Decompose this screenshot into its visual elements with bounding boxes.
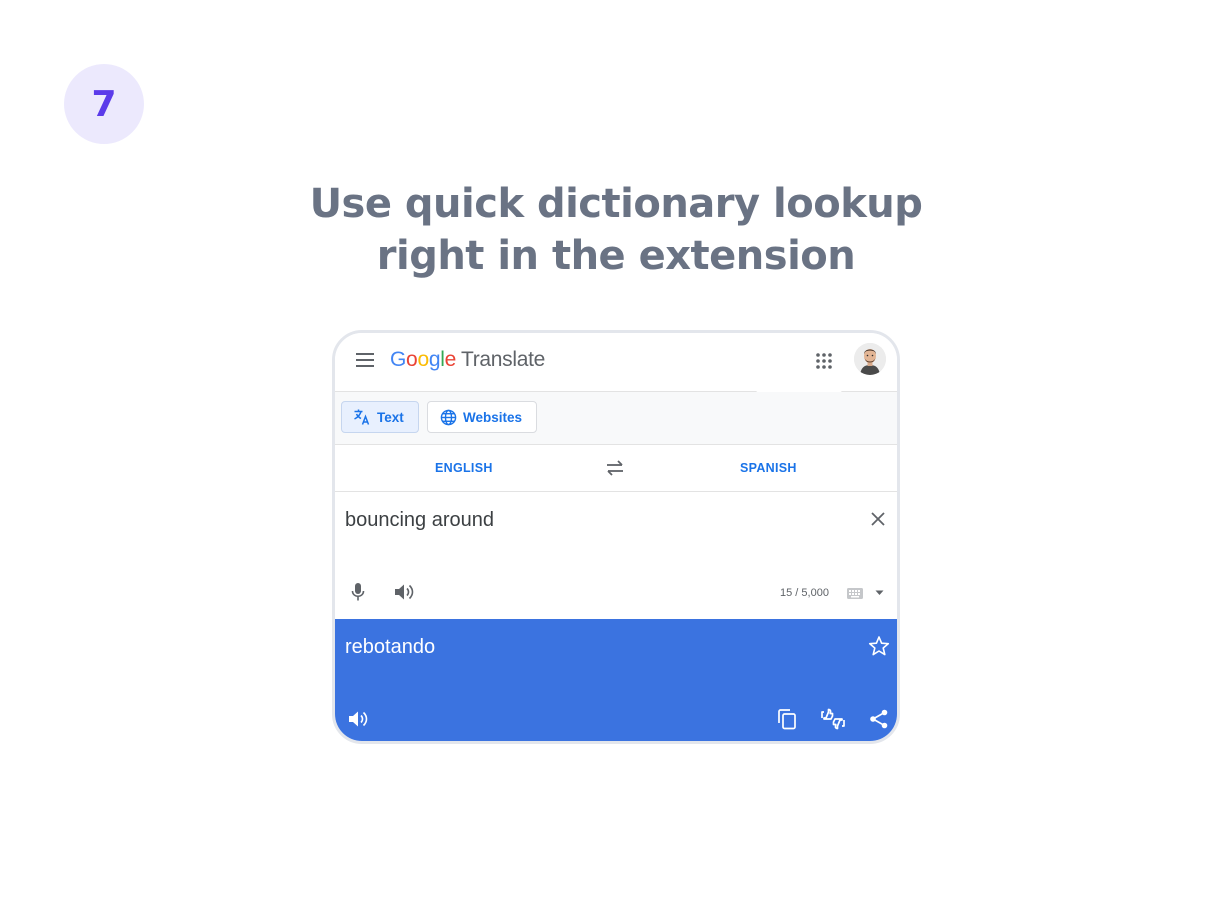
websites-mode-button[interactable]: Websites bbox=[427, 401, 537, 433]
websites-mode-label: Websites bbox=[463, 409, 523, 425]
close-icon[interactable] bbox=[870, 511, 886, 527]
keyboard-icon[interactable] bbox=[847, 588, 863, 599]
brand-letter: o bbox=[406, 348, 418, 371]
chevron-down-icon[interactable] bbox=[875, 590, 884, 596]
brand-letter: e bbox=[444, 348, 457, 371]
hamburger-menu-icon[interactable] bbox=[355, 352, 375, 368]
share-icon[interactable] bbox=[869, 709, 889, 729]
speaker-icon[interactable] bbox=[347, 709, 369, 729]
step-badge: 7 bbox=[64, 64, 144, 144]
star-icon[interactable] bbox=[868, 635, 890, 657]
headline: Use quick dictionary lookup right in the… bbox=[216, 178, 1016, 282]
translate-icon bbox=[354, 409, 370, 425]
translated-text: rebotando bbox=[345, 636, 436, 658]
text-mode-button[interactable]: Text bbox=[341, 401, 419, 433]
source-text-panel[interactable]: bouncing around 15 / 5,000 bbox=[335, 492, 897, 619]
character-count: 15 / 5,000 bbox=[780, 587, 829, 599]
google-translate-logo: Google Translate bbox=[390, 348, 545, 374]
avatar-portrait-icon bbox=[854, 343, 886, 375]
extension-popup: Google Translate Text Websites ENGLISH S… bbox=[332, 330, 900, 744]
product-name: Translate bbox=[460, 348, 546, 371]
apps-grid-icon[interactable] bbox=[815, 352, 833, 370]
copy-icon[interactable] bbox=[777, 708, 797, 730]
text-mode-label: Text bbox=[377, 409, 404, 425]
mode-selector: Text Websites bbox=[335, 392, 897, 445]
step-number: 7 bbox=[91, 83, 117, 125]
brand-letter: G bbox=[390, 348, 407, 371]
language-bar: ENGLISH SPANISH bbox=[335, 445, 897, 492]
source-language-button[interactable]: ENGLISH bbox=[435, 461, 493, 475]
rate-translation-icon[interactable] bbox=[820, 708, 846, 730]
brand-letter: o bbox=[417, 348, 429, 371]
microphone-icon[interactable] bbox=[350, 582, 366, 602]
globe-icon bbox=[440, 409, 457, 425]
page: 7 Use quick dictionary lookup right in t… bbox=[0, 0, 1232, 920]
speaker-icon[interactable] bbox=[393, 582, 415, 602]
user-avatar[interactable] bbox=[854, 343, 886, 375]
source-text-input[interactable]: bouncing around bbox=[345, 509, 494, 532]
headline-line-2: right in the extension bbox=[376, 233, 856, 279]
target-language-button[interactable]: SPANISH bbox=[740, 461, 797, 475]
brand-letter: g bbox=[428, 348, 441, 371]
translation-panel: rebotando bbox=[335, 619, 897, 741]
headline-line-1: Use quick dictionary lookup bbox=[309, 181, 923, 227]
swap-languages-icon[interactable] bbox=[605, 459, 625, 477]
google-wordmark: Google bbox=[390, 348, 456, 372]
